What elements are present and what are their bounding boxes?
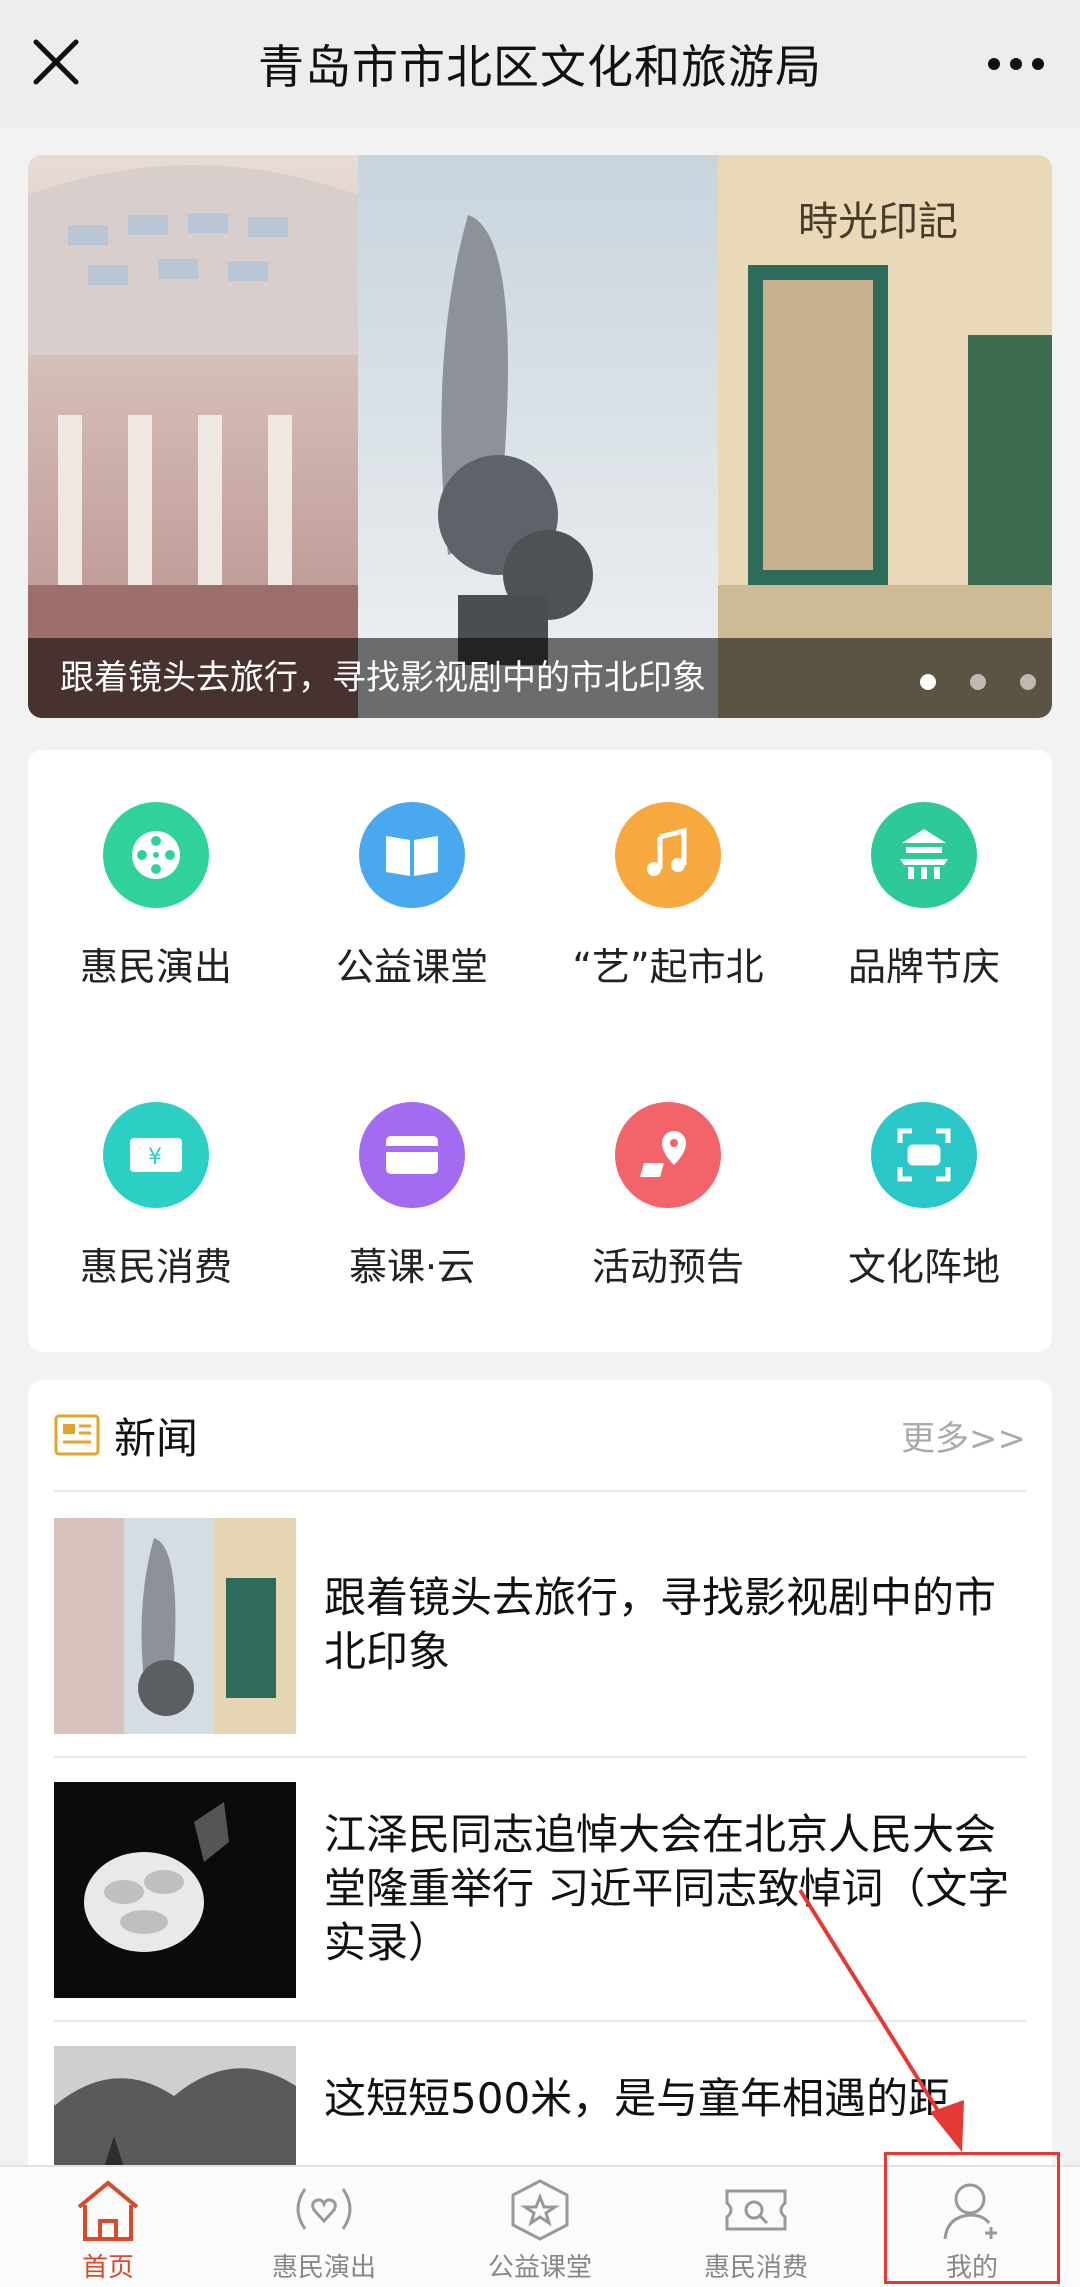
- grid-item-label: 文化阵地: [847, 1245, 1000, 1289]
- banner-carousel[interactable]: 時光印記 跟着镜头去旅行，寻找影视剧中的市北印象: [28, 155, 1052, 718]
- home-icon: [77, 2180, 139, 2241]
- grid-item-label: 慕课·云: [348, 1245, 476, 1289]
- grid-item-classes[interactable]: 公益课堂: [284, 802, 540, 1102]
- carousel-dot[interactable]: [1020, 674, 1036, 690]
- carousel-dot[interactable]: [970, 674, 986, 690]
- book-icon: [359, 802, 465, 908]
- map-pin-icon: [615, 1102, 721, 1208]
- tab-consumption[interactable]: 惠民消费: [648, 2167, 864, 2287]
- news-item-title: 跟着镜头去旅行，寻找影视剧中的市北印象: [324, 1573, 997, 1676]
- news-title: 新闻: [114, 1413, 199, 1463]
- tab-performances[interactable]: 惠民演出: [216, 2167, 432, 2287]
- grid-item-festivals[interactable]: 品牌节庆: [796, 802, 1052, 1102]
- svg-text:時光印記: 時光印記: [798, 199, 958, 245]
- grid-item-performances[interactable]: 惠民演出: [28, 802, 284, 1102]
- broadcast-heart-icon: [296, 2188, 352, 2230]
- grid-item-label: 公益课堂: [335, 945, 488, 989]
- tab-home[interactable]: 首页: [0, 2167, 216, 2287]
- banner-caption: 跟着镜头去旅行，寻找影视剧中的市北印象: [28, 638, 1052, 718]
- tab-classes[interactable]: 公益课堂: [432, 2167, 648, 2287]
- temple-icon: [871, 802, 977, 908]
- annotation-highlight-box: [884, 2152, 1060, 2284]
- star-badge-icon: [511, 2179, 569, 2241]
- grid-item-label: 惠民消费: [79, 1245, 232, 1289]
- grid-item-label: 惠民演出: [79, 945, 232, 989]
- grid-item-mooc[interactable]: 慕课·云: [284, 1102, 540, 1402]
- grid-item-label: 活动预告: [591, 1245, 744, 1289]
- card-icon: [359, 1102, 465, 1208]
- grid-item-venues[interactable]: 文化阵地: [796, 1102, 1052, 1402]
- news-icon: [54, 1414, 100, 1456]
- grid-item-events[interactable]: 活动预告: [540, 1102, 796, 1402]
- news-header: 新闻 更多>>: [54, 1380, 1026, 1492]
- news-item[interactable]: 跟着镜头去旅行，寻找影视剧中的市北印象: [54, 1494, 1026, 1758]
- more-options-icon[interactable]: [986, 44, 1046, 84]
- tab-label: 首页: [81, 2253, 134, 2283]
- news-thumbnail: [54, 1518, 296, 1734]
- feature-grid-card: 惠民演出 公益课堂 “艺”起市北 品牌节庆 ¥ 惠民消费 慕课·云 活动预告 文…: [28, 750, 1052, 1352]
- music-note-icon: [615, 802, 721, 908]
- grid-item-consumption[interactable]: ¥ 惠民消费: [28, 1102, 284, 1402]
- ticket-icon: ¥: [103, 1102, 209, 1208]
- carousel-dot[interactable]: [920, 674, 936, 690]
- tab-label: 惠民消费: [703, 2253, 808, 2283]
- coupon-icon: [725, 2189, 787, 2231]
- page-title: 青岛市市北区文化和旅游局: [258, 40, 822, 94]
- top-bar: 青岛市市北区文化和旅游局: [0, 0, 1080, 128]
- svg-text:¥: ¥: [148, 1145, 162, 1170]
- grid-item-arts[interactable]: “艺”起市北: [540, 802, 796, 1102]
- grid-item-label: “艺”起市北: [572, 945, 764, 989]
- tab-label: 公益课堂: [487, 2253, 592, 2283]
- news-thumbnail: [54, 1782, 296, 1998]
- scan-icon: [871, 1102, 977, 1208]
- film-reel-icon: [103, 802, 209, 908]
- grid-item-label: 品牌节庆: [847, 945, 1000, 989]
- close-icon[interactable]: [30, 36, 82, 88]
- news-more-link[interactable]: 更多>>: [901, 1411, 1026, 1460]
- banner-image: 時光印記: [28, 155, 1052, 718]
- tab-label: 惠民演出: [271, 2253, 376, 2283]
- annotation-arrow: [798, 1888, 964, 2152]
- carousel-dots: [920, 674, 1036, 690]
